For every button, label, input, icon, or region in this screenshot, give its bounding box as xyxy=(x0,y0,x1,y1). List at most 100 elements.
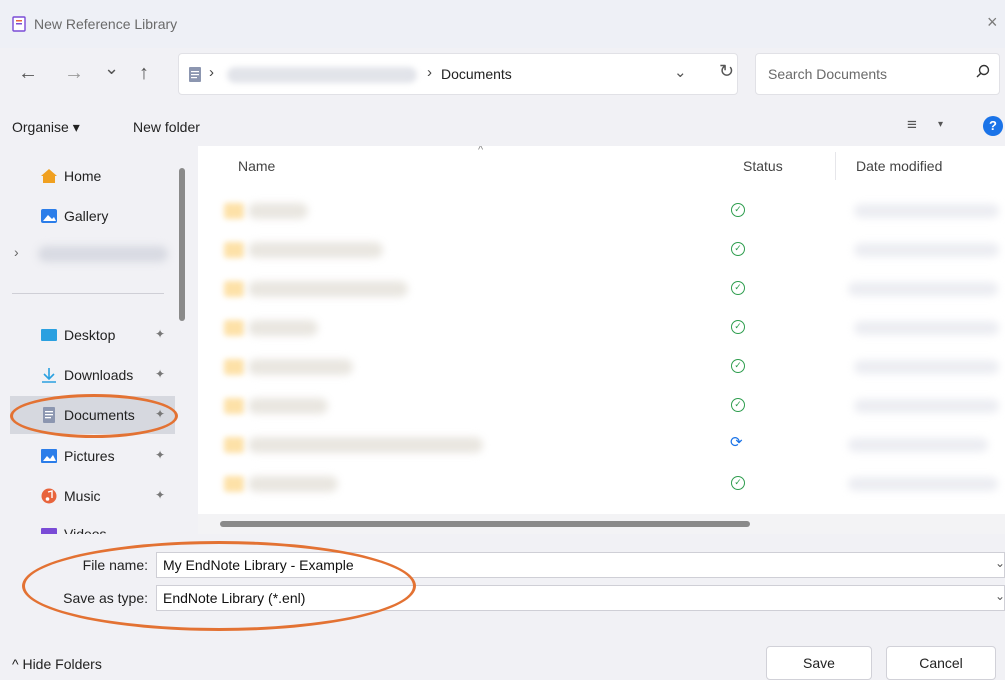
pin-icon[interactable]: ✦ xyxy=(155,488,165,502)
table-row[interactable]: ✓ xyxy=(198,467,1005,501)
redacted-date xyxy=(848,282,998,296)
sidebar-item-gallery[interactable]: Gallery xyxy=(40,204,108,228)
music-icon xyxy=(41,488,57,504)
sidebar-item-home[interactable]: Home xyxy=(40,164,101,188)
horizontal-scrollbar[interactable] xyxy=(220,521,750,527)
redacted-date xyxy=(854,204,999,218)
back-arrow-icon[interactable]: ← xyxy=(18,62,38,85)
window-title: New Reference Library xyxy=(34,16,178,32)
table-row[interactable]: ✓ xyxy=(198,311,1005,345)
redacted-date xyxy=(854,321,999,335)
breadcrumb-separator: › xyxy=(427,64,432,81)
gallery-icon xyxy=(41,209,57,223)
redacted-file-name xyxy=(248,476,338,492)
redacted-file-name xyxy=(248,242,383,258)
redacted-file-name xyxy=(248,437,483,453)
sidebar-item-label: Music xyxy=(64,488,101,504)
status-synced-icon: ✓ xyxy=(731,476,745,490)
annotation-ellipse-file-fields xyxy=(22,541,416,631)
status-synced-icon: ✓ xyxy=(731,242,745,256)
search-icon[interactable] xyxy=(976,64,990,78)
view-options-icon[interactable]: ≡ xyxy=(907,115,917,135)
sidebar-item-music[interactable]: Music xyxy=(40,484,101,508)
redacted-date xyxy=(854,360,999,374)
folder-icon xyxy=(224,476,244,492)
table-row[interactable]: ✓ xyxy=(198,233,1005,267)
folder-icon xyxy=(224,359,244,375)
table-row[interactable]: ✓ xyxy=(198,194,1005,228)
search-input[interactable]: Search Documents xyxy=(755,53,1000,95)
redacted-breadcrumb[interactable] xyxy=(227,67,417,83)
table-row[interactable]: ✓ xyxy=(198,389,1005,423)
folder-icon xyxy=(224,320,244,336)
sidebar-item-label: Gallery xyxy=(64,208,109,224)
sidebar-divider xyxy=(12,293,164,294)
navigation-pane: Home Gallery › Desktop ✦ Downloads ✦ Doc… xyxy=(0,146,192,534)
forward-arrow-icon[interactable]: → xyxy=(64,62,84,85)
view-options-dropdown-icon[interactable]: ▾ xyxy=(938,119,943,130)
table-row[interactable]: ✓ xyxy=(198,272,1005,306)
sidebar-item-label: Pictures xyxy=(64,448,115,464)
close-icon[interactable]: × xyxy=(987,12,998,33)
status-syncing-icon: ⟳ xyxy=(730,434,743,451)
column-header-status[interactable]: Status xyxy=(743,158,783,174)
redacted-date xyxy=(854,243,999,257)
table-row[interactable]: ⟳ xyxy=(198,428,1005,462)
redacted-file-name xyxy=(248,320,318,336)
folder-icon xyxy=(224,437,244,453)
column-divider xyxy=(835,152,836,180)
new-folder-button[interactable]: New folder xyxy=(133,119,200,135)
videos-icon xyxy=(41,528,57,534)
redacted-file-name xyxy=(248,359,353,375)
sidebar-item-label: Desktop xyxy=(64,327,116,343)
help-icon[interactable]: ? xyxy=(983,116,1003,136)
sidebar-item-downloads[interactable]: Downloads xyxy=(40,363,133,387)
address-dropdown-icon[interactable]: ⌄ xyxy=(674,63,687,81)
redacted-date xyxy=(848,438,988,452)
endnote-app-icon xyxy=(12,16,26,32)
column-header-name[interactable]: Name xyxy=(238,158,275,174)
sidebar-scrollbar[interactable] xyxy=(179,168,185,321)
refresh-icon[interactable]: ↻ xyxy=(719,61,734,82)
cancel-button[interactable]: Cancel xyxy=(886,646,996,680)
expand-chevron-icon[interactable]: › xyxy=(14,244,19,260)
redacted-date xyxy=(848,477,998,491)
redacted-sidebar-item[interactable] xyxy=(38,246,168,262)
pin-icon[interactable]: ✦ xyxy=(155,367,165,381)
pin-icon[interactable]: ✦ xyxy=(155,327,165,341)
redacted-date xyxy=(854,399,999,413)
folder-icon xyxy=(224,242,244,258)
file-name-dropdown-icon[interactable]: ⌄ xyxy=(995,556,1005,570)
folder-icon xyxy=(224,281,244,297)
folder-icon xyxy=(224,203,244,219)
home-icon xyxy=(41,169,57,183)
sidebar-item-videos[interactable]: Videos xyxy=(40,522,107,534)
status-synced-icon: ✓ xyxy=(731,203,745,217)
sidebar-item-label: Downloads xyxy=(64,367,134,383)
download-icon xyxy=(42,368,56,383)
recent-locations-chevron-icon[interactable]: ⌄ xyxy=(104,58,119,79)
pin-icon[interactable]: ✦ xyxy=(155,448,165,462)
table-row[interactable]: ✓ xyxy=(198,350,1005,384)
sort-ascending-icon: ^ xyxy=(478,146,484,156)
sidebar-item-label: Videos xyxy=(64,526,107,534)
status-synced-icon: ✓ xyxy=(731,281,745,295)
sidebar-item-pictures[interactable]: Pictures xyxy=(40,444,115,468)
column-header-date-modified[interactable]: Date modified xyxy=(856,158,942,174)
folder-icon xyxy=(224,398,244,414)
search-placeholder: Search Documents xyxy=(768,66,888,82)
address-bar[interactable]: › › Documents ⌄ ↻ xyxy=(178,53,738,95)
organise-menu-button[interactable]: Organise ▾ xyxy=(12,119,80,136)
redacted-file-name xyxy=(248,398,328,414)
save-button[interactable]: Save xyxy=(766,646,872,680)
up-arrow-icon[interactable]: ↑ xyxy=(139,62,149,85)
status-synced-icon: ✓ xyxy=(731,398,745,412)
breadcrumb-documents[interactable]: Documents xyxy=(441,66,512,82)
redacted-file-name xyxy=(248,281,408,297)
hide-folders-button[interactable]: ^ Hide Folders xyxy=(12,656,102,672)
documents-folder-icon xyxy=(189,67,201,82)
sidebar-item-desktop[interactable]: Desktop xyxy=(40,323,115,347)
status-synced-icon: ✓ xyxy=(731,359,745,373)
breadcrumb-separator: › xyxy=(209,64,214,81)
save-as-type-dropdown-icon[interactable]: ⌄ xyxy=(995,589,1005,603)
